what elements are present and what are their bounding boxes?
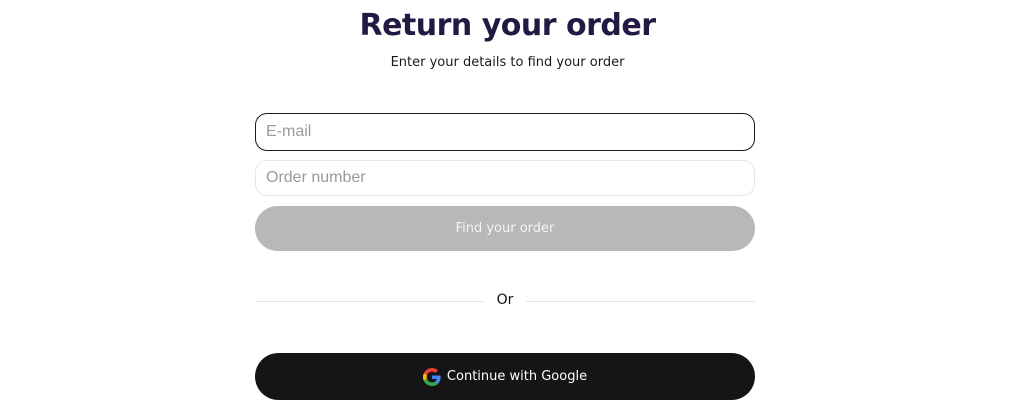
google-icon <box>422 367 441 386</box>
find-order-button[interactable]: Find your order <box>255 206 755 251</box>
divider-line-left <box>256 301 484 302</box>
google-button-label: Continue with Google <box>446 369 588 384</box>
order-number-field[interactable] <box>255 160 755 196</box>
page-subtitle: Enter your details to find your order <box>390 55 625 70</box>
divider-line-right <box>526 301 755 302</box>
page-title: Return your order <box>359 8 656 43</box>
continue-with-google-button[interactable]: Continue with Google <box>255 353 755 400</box>
divider-or-label: Or <box>496 292 514 308</box>
return-order-page: Return your order Enter your details to … <box>0 0 1015 419</box>
email-field[interactable] <box>255 113 755 151</box>
